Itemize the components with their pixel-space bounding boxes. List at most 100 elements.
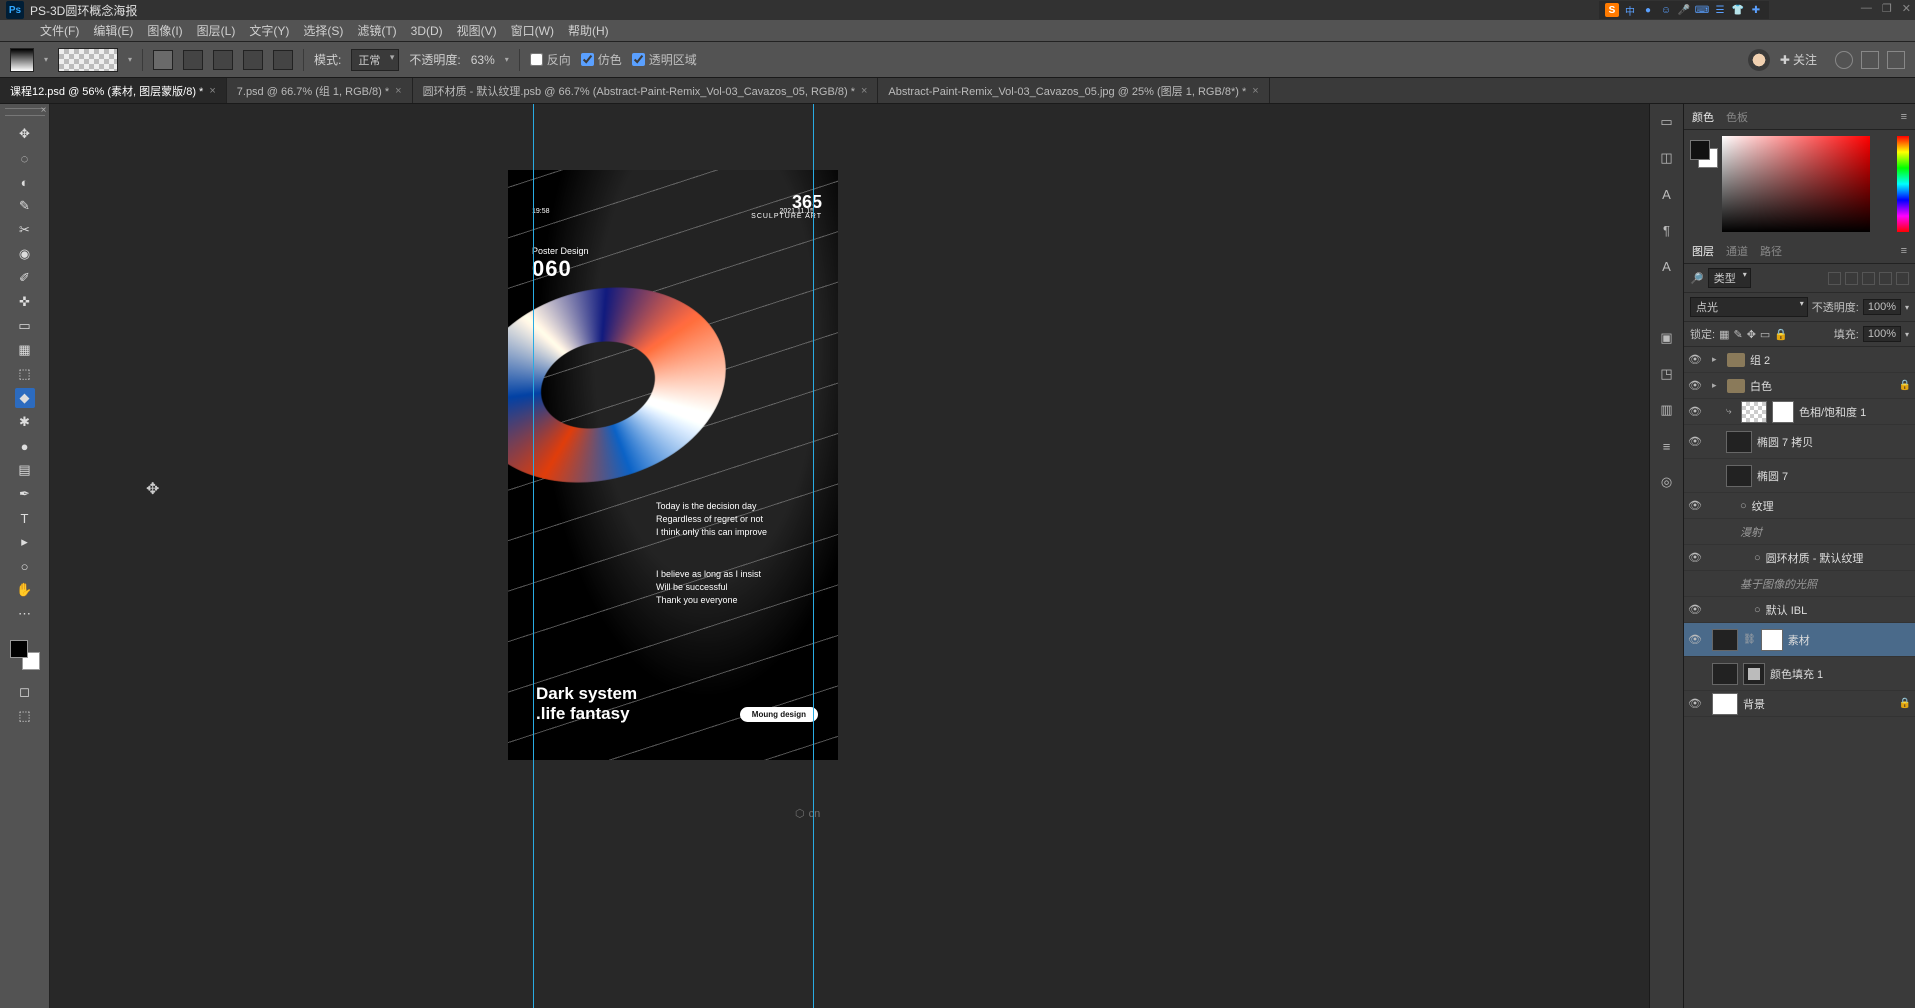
lock-icon[interactable]: 🔒	[1899, 698, 1911, 709]
search-icon[interactable]: 🔎	[1690, 272, 1704, 285]
ind-3[interactable]: 🎤	[1677, 3, 1691, 17]
visibility-toggle[interactable]: 👁	[1688, 405, 1702, 419]
opacity-value[interactable]: 63%	[471, 53, 495, 67]
ind-6[interactable]: 👕	[1731, 3, 1745, 17]
mini-icon-2[interactable]: A	[1657, 184, 1677, 204]
filter-shape-icon[interactable]	[1879, 272, 1892, 285]
panel-menu-icon[interactable]: ≡	[1901, 111, 1907, 123]
gradient-linear-icon[interactable]	[153, 50, 173, 70]
ime-indicator-bar[interactable]: S 中 ● ☺ 🎤 ⌨ ☰ 👕 ✚	[1599, 1, 1769, 19]
mask-mode-icon[interactable]: ◻	[15, 682, 35, 702]
ind-5[interactable]: ☰	[1713, 3, 1727, 17]
layer-mask-thumb[interactable]	[1743, 663, 1765, 685]
canvas[interactable]: ✥ 19:582021.11.15 365 SCULPTURE ART Post…	[50, 104, 1649, 1008]
visibility-toggle[interactable]: 👁	[1688, 379, 1702, 393]
filter-smart-icon[interactable]	[1896, 272, 1909, 285]
user-avatar[interactable]	[1748, 49, 1770, 71]
gradient-dropdown[interactable]: ▾	[128, 55, 132, 64]
lock-icon[interactable]: 🔒	[1899, 380, 1911, 391]
filter-adjust-icon[interactable]	[1845, 272, 1858, 285]
visibility-toggle[interactable]: 👁	[1688, 551, 1702, 565]
sogou-icon[interactable]: S	[1605, 3, 1619, 17]
healing-tool[interactable]: ✐	[15, 268, 35, 288]
menu-file[interactable]: 文件(F)	[40, 22, 79, 39]
disclosure-icon[interactable]: ▸	[1712, 354, 1722, 365]
menu-layer[interactable]: 图层(L)	[197, 22, 236, 39]
layer-name[interactable]: 白色	[1750, 378, 1772, 394]
eraser-tool[interactable]: ⬚	[15, 364, 35, 384]
layer-row[interactable]: 👁○默认 IBL	[1684, 597, 1915, 623]
tool-preset-dropdown[interactable]: ▾	[44, 55, 48, 64]
visibility-toggle[interactable]	[1688, 667, 1702, 681]
layer-name[interactable]: 组 2	[1750, 352, 1770, 368]
layer-list[interactable]: 👁▸组 2👁▸白色🔒👁⤷色相/饱和度 1👁椭圆 7 拷贝椭圆 7👁○纹理漫射👁○…	[1684, 347, 1915, 1008]
visibility-toggle[interactable]: 👁	[1688, 353, 1702, 367]
visibility-toggle[interactable]: 👁	[1688, 603, 1702, 617]
toolbox-handle[interactable]	[5, 108, 45, 116]
quick-select-tool[interactable]: ✎	[15, 196, 35, 216]
visibility-toggle[interactable]: 👁	[1688, 633, 1702, 647]
fill-value[interactable]: 100%	[1863, 326, 1901, 342]
ind-7[interactable]: ✚	[1749, 3, 1763, 17]
layer-name[interactable]: 色相/饱和度 1	[1799, 404, 1866, 420]
layer-row[interactable]: 👁⤷色相/饱和度 1	[1684, 399, 1915, 425]
guide-vertical[interactable]	[533, 104, 534, 1008]
layer-name[interactable]: 背景	[1743, 696, 1765, 712]
layer-row[interactable]: 👁 ▸ 白色 🔒	[1684, 373, 1915, 399]
tab-layers[interactable]: 图层	[1692, 243, 1714, 259]
eyedropper-tool[interactable]: ◉	[15, 244, 35, 264]
brush-tool[interactable]: ✜	[15, 292, 35, 312]
gradient-angle-icon[interactable]	[213, 50, 233, 70]
close-icon[interactable]: ×	[209, 85, 215, 97]
mini-icon-0[interactable]: ▭	[1657, 112, 1677, 132]
path-select-tool[interactable]: T	[15, 508, 35, 528]
gradient-preview[interactable]	[58, 48, 118, 72]
layer-row[interactable]: 漫射	[1684, 519, 1915, 545]
ind-0[interactable]: 中	[1623, 3, 1637, 17]
hue-slider[interactable]	[1897, 136, 1909, 232]
color-field[interactable]	[1722, 136, 1870, 232]
menu-filter[interactable]: 滤镜(T)	[357, 22, 396, 39]
layer-name[interactable]: 素材	[1788, 632, 1810, 648]
ind-4[interactable]: ⌨	[1695, 3, 1709, 17]
ind-1[interactable]: ●	[1641, 3, 1655, 17]
layer-row[interactable]: 👁 ▸ 组 2	[1684, 347, 1915, 373]
mini-icon-1[interactable]: ◫	[1657, 148, 1677, 168]
blur-tool[interactable]: ✱	[15, 412, 35, 432]
lock-nest-icon[interactable]: ▭	[1760, 328, 1770, 341]
tab-color[interactable]: 颜色	[1692, 109, 1714, 125]
visibility-toggle[interactable]	[1688, 577, 1702, 591]
arrange-icon[interactable]	[1887, 51, 1905, 69]
disclosure-icon[interactable]: ▸	[1712, 380, 1722, 391]
close-icon[interactable]: ×	[395, 85, 401, 97]
menu-image[interactable]: 图像(I)	[147, 22, 182, 39]
close-icon[interactable]: ×	[1252, 85, 1258, 97]
doc-tab-0[interactable]: 课程12.psd @ 56% (素材, 图层蒙版/8) *×	[0, 78, 227, 103]
visibility-toggle[interactable]: 👁	[1688, 499, 1702, 513]
ind-2[interactable]: ☺	[1659, 3, 1673, 17]
layer-name[interactable]: 椭圆 7	[1757, 468, 1788, 484]
mini-icon-5[interactable]: ▣	[1657, 328, 1677, 348]
history-brush-tool[interactable]: ▦	[15, 340, 35, 360]
menu-window[interactable]: 窗口(W)	[511, 22, 554, 39]
fg-swatch[interactable]	[1690, 140, 1710, 160]
gradient-reflected-icon[interactable]	[243, 50, 263, 70]
gradient-diamond-icon[interactable]	[273, 50, 293, 70]
layer-row[interactable]: 基于图像的光照	[1684, 571, 1915, 597]
mini-icon-3[interactable]: ¶	[1657, 220, 1677, 240]
visibility-toggle[interactable]: 👁	[1688, 435, 1702, 449]
dodge-tool[interactable]: ●	[15, 436, 35, 456]
layer-name[interactable]: 漫射	[1740, 524, 1762, 540]
tool-preset-icon[interactable]	[10, 48, 34, 72]
mini-icon-4[interactable]: A	[1657, 256, 1677, 276]
gradient-tool[interactable]: ◆	[15, 388, 35, 408]
screen-mode-icon[interactable]: ⬚	[15, 706, 35, 726]
mini-icon-8[interactable]: ≡	[1657, 436, 1677, 456]
menu-select[interactable]: 选择(S)	[303, 22, 343, 39]
type-tool[interactable]: ✒	[15, 484, 35, 504]
layer-row[interactable]: 👁椭圆 7 拷贝	[1684, 425, 1915, 459]
reverse-checkbox[interactable]	[530, 53, 543, 66]
layer-name[interactable]: 纹理	[1752, 498, 1774, 514]
lock-pos-icon[interactable]: ✥	[1747, 328, 1756, 341]
dither-checkbox[interactable]	[581, 53, 594, 66]
